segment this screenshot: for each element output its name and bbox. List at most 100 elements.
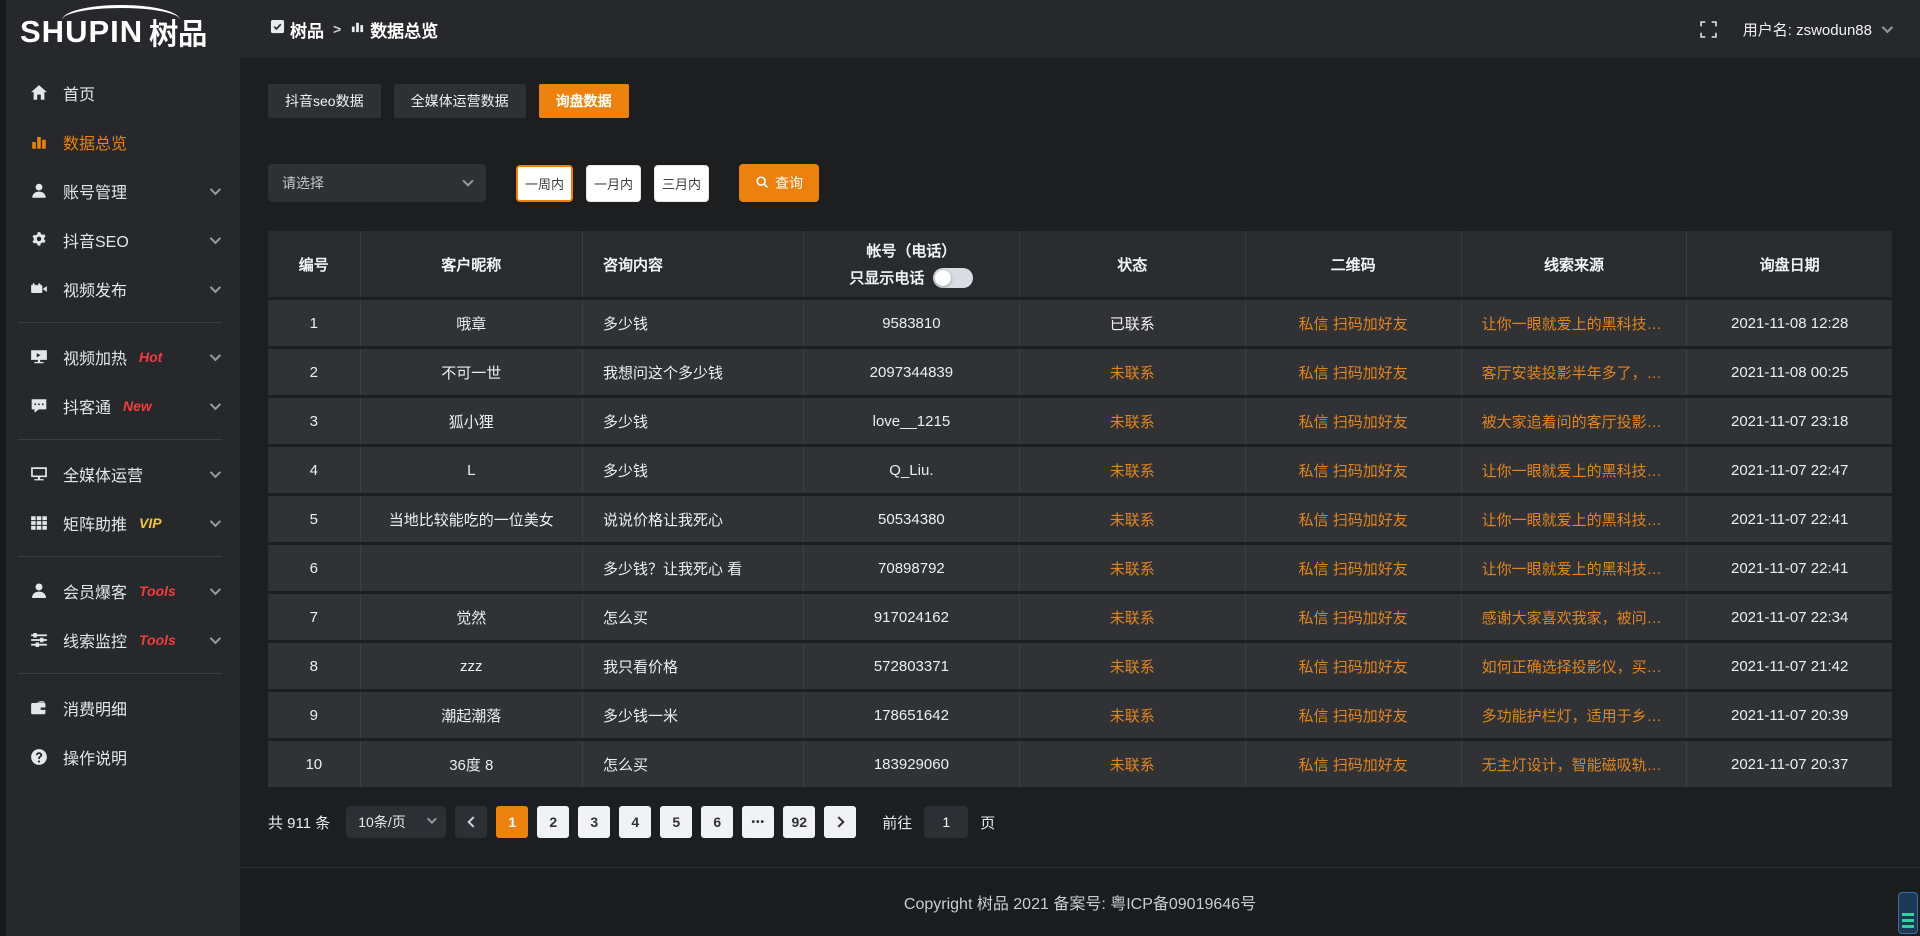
column-header-date: 询盘日期 (1687, 231, 1892, 297)
cell-date: 2021-11-07 22:41 (1687, 545, 1892, 591)
inquiry-table: 编号客户昵称咨询内容帐号（电话）只显示电话状态二维码线索来源询盘日期 1哦章多少… (268, 228, 1892, 790)
sidebar: SHUPIN 树品 首页数据总览账号管理抖音SEO 视频发布视频加热Hot抖客通N… (0, 0, 240, 936)
video-icon (30, 280, 48, 298)
breadcrumb-item-current[interactable]: 数据总览 (350, 17, 438, 42)
sidebar-item-video-publish[interactable]: 视频发布 (0, 264, 240, 313)
tab-omnimedia-data[interactable]: 全媒体运营数据 (394, 84, 526, 118)
sidebar-item-member-baoke[interactable]: 会员爆客Tools (0, 566, 240, 615)
clue-source-link[interactable]: 如何正确选择投影仪，买投影... (1462, 643, 1688, 689)
sidebar-item-douketong[interactable]: 抖客通New (0, 381, 240, 430)
range-button-month[interactable]: 一月内 (586, 165, 641, 202)
widget-bar (1902, 913, 1914, 916)
sidebar-item-home[interactable]: 首页 (0, 68, 240, 117)
cell-no: 10 (268, 741, 361, 787)
cell-date: 2021-11-07 23:18 (1687, 398, 1892, 444)
cell-no: 5 (268, 496, 361, 542)
page-button-3[interactable]: 3 (578, 806, 610, 838)
page-button-1[interactable]: 1 (496, 806, 528, 838)
sidebar-item-douyin-seo[interactable]: 抖音SEO (0, 215, 240, 264)
clue-source-link[interactable]: 让你一眼就爱上的黑科技，能... (1462, 447, 1688, 493)
cell-nickname: 36度 8 (361, 741, 583, 787)
page-button-6[interactable]: 6 (701, 806, 733, 838)
cell-no: 4 (268, 447, 361, 493)
bar-chart-icon (30, 133, 48, 151)
screenshot-widget[interactable] (1898, 892, 1918, 934)
range-button-quarter[interactable]: 三月内 (654, 165, 709, 202)
user-menu[interactable]: 用户名: zswodun88 (1743, 19, 1890, 40)
cell-no: 1 (268, 300, 361, 346)
clue-source-link[interactable]: 无主灯设计，智能磁吸轨道灯... (1462, 741, 1688, 787)
qr-add-friend-link[interactable]: 私信 扫码加好友 (1246, 643, 1462, 689)
clue-source-link[interactable]: 多功能护栏灯，适用于乡村文... (1462, 692, 1688, 738)
qr-add-friend-link[interactable]: 私信 扫码加好友 (1246, 447, 1462, 493)
page-button-2[interactable]: 2 (537, 806, 569, 838)
page-button-92[interactable]: 92 (783, 806, 815, 838)
tab-inquiry-data[interactable]: 询盘数据 (539, 84, 629, 118)
column-header-nickname: 客户昵称 (361, 231, 583, 297)
prev-page-button[interactable] (455, 806, 487, 838)
breadcrumb-current-label: 数据总览 (370, 17, 438, 42)
cell-account: Q_Liu. (804, 447, 1020, 493)
table-head: 编号客户昵称咨询内容帐号（电话）只显示电话状态二维码线索来源询盘日期 (268, 231, 1892, 297)
breadcrumb-item-root[interactable]: 树品 (270, 17, 324, 42)
chevron-right-icon (833, 816, 844, 827)
status-badge: 未联系 (1020, 643, 1246, 689)
cell-content: 多少钱 (583, 447, 804, 493)
chevron-down-icon (210, 515, 221, 526)
sidebar-item-clue-monitoring[interactable]: 线索监控Tools (0, 615, 240, 664)
clue-source-link[interactable]: 感谢大家喜欢我家，被问了好... (1462, 594, 1688, 640)
pagination: 共 911 条 10条/页 123456•••92 前往 页 (268, 806, 1892, 838)
page-button-4[interactable]: 4 (619, 806, 651, 838)
clue-source-link[interactable]: 客厅安装投影半年多了，真实... (1462, 349, 1688, 395)
qr-add-friend-link[interactable]: 私信 扫码加好友 (1246, 300, 1462, 346)
qr-add-friend-link[interactable]: 私信 扫码加好友 (1246, 741, 1462, 787)
sidebar-item-badge: Hot (139, 349, 162, 365)
help-icon (30, 748, 48, 766)
tab-douyin-seo-data[interactable]: 抖音seo数据 (268, 84, 381, 118)
sidebar-item-video-heating[interactable]: 视频加热Hot (0, 332, 240, 381)
status-badge: 未联系 (1020, 447, 1246, 493)
topbar: 树品 > 数据总览 用户名: zswodun88 (240, 0, 1920, 58)
sliders-icon (30, 631, 48, 649)
phone-only-toggle[interactable] (933, 268, 973, 288)
clue-source-link[interactable]: 被大家追着问的客厅投影分享... (1462, 398, 1688, 444)
sidebar-item-consumption-details[interactable]: 消费明细 (0, 683, 240, 732)
status-badge: 已联系 (1020, 300, 1246, 346)
sidebar-item-account-management[interactable]: 账号管理 (0, 166, 240, 215)
range-button-week[interactable]: 一周内 (516, 165, 573, 202)
cell-no: 7 (268, 594, 361, 640)
sidebar-item-matrix-boost[interactable]: 矩阵助推VIP (0, 498, 240, 547)
clue-source-link[interactable]: 让你一眼就爱上的黑科技，能... (1462, 300, 1688, 346)
app-window: SHUPIN 树品 首页数据总览账号管理抖音SEO视频发布视频加热Hot抖客通N… (0, 0, 1920, 936)
clue-source-link[interactable]: 让你一眼就爱上的黑科技，能... (1462, 545, 1688, 591)
qr-add-friend-link[interactable]: 私信 扫码加好友 (1246, 692, 1462, 738)
next-page-button[interactable] (824, 806, 856, 838)
chevron-down-icon (210, 466, 221, 477)
qr-add-friend-link[interactable]: 私信 扫码加好友 (1246, 349, 1462, 395)
more-pages-button[interactable]: ••• (742, 806, 774, 838)
brand-logo[interactable]: SHUPIN 树品 (0, 0, 240, 64)
cell-nickname: zzz (361, 643, 583, 689)
cell-nickname: 不可一世 (361, 349, 583, 395)
sidebar-item-operation-guide[interactable]: 操作说明 (0, 732, 240, 781)
goto-page-input[interactable] (924, 806, 968, 838)
qr-add-friend-link[interactable]: 私信 扫码加好友 (1246, 594, 1462, 640)
goto-page: 前往 页 (882, 806, 995, 838)
page-buttons: 123456 ••• 92 (487, 806, 815, 838)
filter-select[interactable]: 请选择 (268, 164, 486, 202)
content-area: 抖音seo数据全媒体运营数据询盘数据 请选择 一周内一月内三月内 查询 编 (240, 58, 1920, 867)
qr-add-friend-link[interactable]: 私信 扫码加好友 (1246, 545, 1462, 591)
status-badge: 未联系 (1020, 692, 1246, 738)
clue-source-link[interactable]: 让你一眼就爱上的黑科技，能... (1462, 496, 1688, 542)
query-button[interactable]: 查询 (739, 164, 819, 202)
page-size-select[interactable]: 10条/页 (346, 806, 446, 838)
page-button-5[interactable]: 5 (660, 806, 692, 838)
sidebar-item-data-overview[interactable]: 数据总览 (0, 117, 240, 166)
logo-arc-decoration (62, 5, 180, 20)
qr-add-friend-link[interactable]: 私信 扫码加好友 (1246, 496, 1462, 542)
fullscreen-icon[interactable] (1700, 21, 1717, 38)
qr-add-friend-link[interactable]: 私信 扫码加好友 (1246, 398, 1462, 444)
sidebar-item-label: 视频发布 (63, 277, 127, 301)
table-row: 3狐小狸多少钱love__1215未联系私信 扫码加好友被大家追着问的客厅投影分… (268, 398, 1892, 444)
sidebar-item-omnimedia-operation[interactable]: 全媒体运营 (0, 449, 240, 498)
